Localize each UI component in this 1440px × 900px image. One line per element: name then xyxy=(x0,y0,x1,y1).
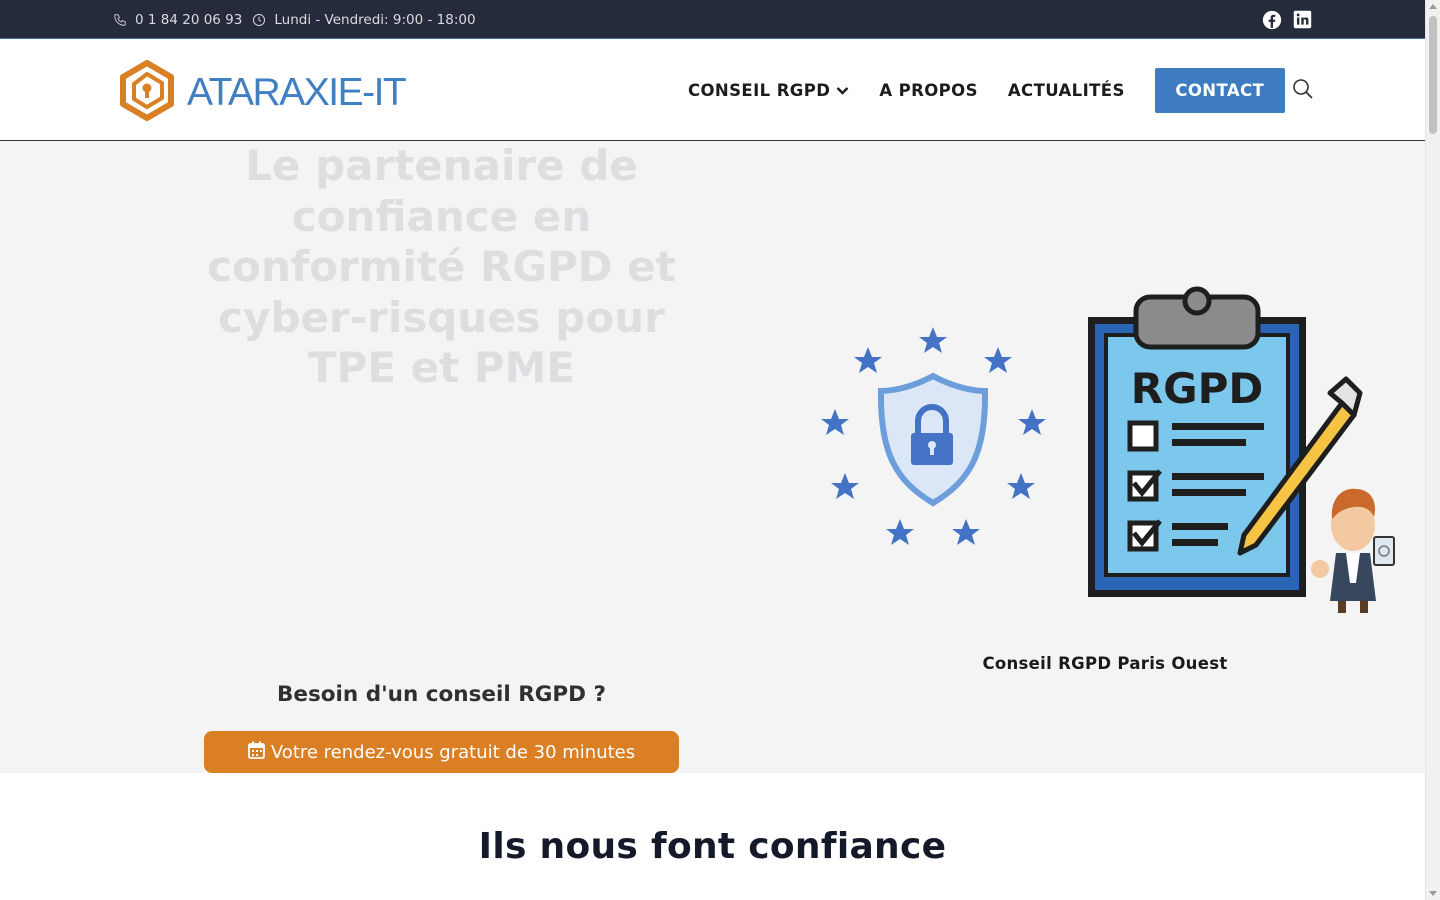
clipboard-label: RGPD xyxy=(1131,364,1263,413)
cta-question: Besoin d'un conseil RGPD ? xyxy=(277,682,606,707)
phone-icon xyxy=(113,13,127,27)
top-bar: 0 1 84 20 06 93 Lundi - Vendredi: 9:00 -… xyxy=(0,0,1425,39)
scroll-down-icon[interactable] xyxy=(1429,891,1437,896)
nav-label: CONSEIL RGPD xyxy=(688,80,831,100)
nav-label: ACTUALITÉS xyxy=(1007,80,1125,100)
hero-section: Le partenaire de confiance en conformité… xyxy=(0,141,1425,773)
scrollbar-thumb[interactable] xyxy=(1429,16,1437,134)
site-logo[interactable]: ATARAXIE-IT xyxy=(119,60,407,126)
rgpd-illustration: RGPD xyxy=(810,283,1410,643)
trust-section-title: Ils nous font confiance xyxy=(478,826,947,867)
phone-number[interactable]: 0 1 84 20 06 93 xyxy=(135,12,242,28)
page-scrollbar[interactable] xyxy=(1425,0,1440,900)
hero-caption: Conseil RGPD Paris Ouest xyxy=(982,654,1228,673)
scroll-up-icon[interactable] xyxy=(1429,4,1437,9)
nav-a-propos[interactable]: A PROPOS xyxy=(879,81,978,100)
hours-info: Lundi - Vendredi: 9:00 - 18:00 xyxy=(252,11,476,28)
page: 0 1 84 20 06 93 Lundi - Vendredi: 9:00 -… xyxy=(0,0,1440,900)
main-nav: CONSEIL RGPD A PROPOS ACTUALITÉS CONTACT xyxy=(688,40,1285,140)
consultant-character xyxy=(1311,488,1395,643)
cta-label: Votre rendez-vous gratuit de 30 minutes xyxy=(270,741,636,763)
hero-title: Le partenaire de confiance en conformité… xyxy=(207,141,676,392)
linkedin-icon[interactable] xyxy=(1292,9,1313,30)
contact-info: 0 1 84 20 06 93 Lundi - Vendredi: 9:00 -… xyxy=(113,0,476,39)
logo-text: ATARAXIE-IT xyxy=(187,71,407,114)
nav-actualites[interactable]: ACTUALITÉS xyxy=(1008,81,1125,100)
calendar-icon xyxy=(247,741,265,764)
opening-hours: Lundi - Vendredi: 9:00 - 18:00 xyxy=(274,11,476,28)
search-icon[interactable] xyxy=(1292,78,1314,100)
logo-icon xyxy=(119,60,175,126)
nav-conseil-rgpd[interactable]: CONSEIL RGPD xyxy=(688,81,849,100)
phone-info: 0 1 84 20 06 93 xyxy=(113,12,242,28)
social-links xyxy=(1261,9,1313,30)
book-appointment-button[interactable]: Votre rendez-vous gratuit de 30 minutes xyxy=(204,731,679,773)
main-header: ATARAXIE-IT CONSEIL RGPD A PROPOS ACTUAL… xyxy=(0,40,1425,141)
clock-icon xyxy=(252,13,266,27)
nav-label: A PROPOS xyxy=(879,80,978,100)
chevron-down-icon xyxy=(836,81,849,100)
contact-button[interactable]: CONTACT xyxy=(1154,67,1285,113)
facebook-icon[interactable] xyxy=(1261,9,1282,30)
